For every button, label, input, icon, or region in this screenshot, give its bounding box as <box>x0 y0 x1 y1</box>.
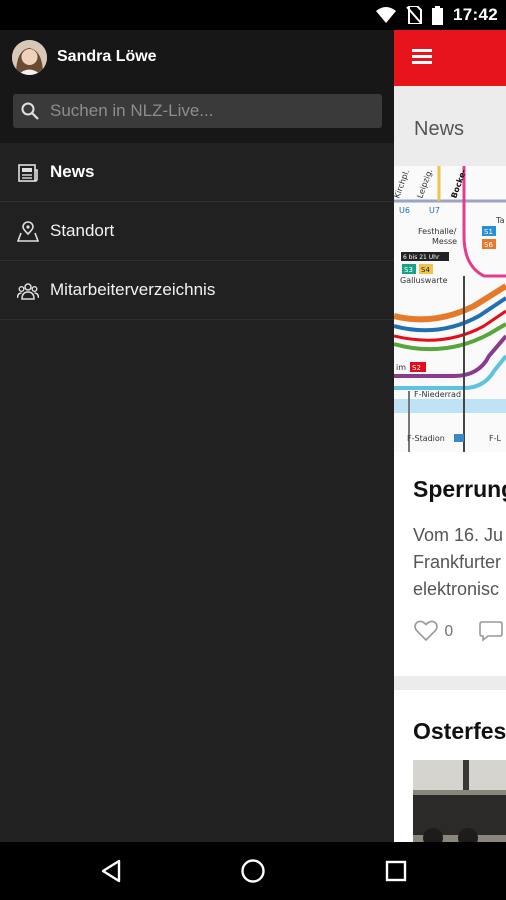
newspaper-icon <box>18 164 38 182</box>
heart-icon[interactable] <box>414 620 438 642</box>
news-app: News Kirchpl. Leipzig. Bocke- U6 U7 Ta F… <box>394 30 506 842</box>
news-card[interactable]: Kirchpl. Leipzig. Bocke- U6 U7 Ta Festha… <box>394 166 506 676</box>
system-nav-bar <box>0 842 506 900</box>
svg-text:S4: S4 <box>421 266 430 274</box>
like-count: 0 <box>444 622 454 640</box>
no-sim-icon <box>406 6 423 24</box>
location-map-icon <box>17 221 39 242</box>
avatar[interactable] <box>12 40 47 75</box>
comment-icon[interactable] <box>478 620 504 642</box>
news-card[interactable]: Osterfes <box>394 690 506 842</box>
transit-map-image: Kirchpl. Leipzig. Bocke- U6 U7 Ta Festha… <box>394 166 506 452</box>
svg-text:Ta: Ta <box>495 216 505 225</box>
svg-text:S1: S1 <box>484 228 493 236</box>
status-bar: 17:42 <box>0 0 506 30</box>
drawer-item-label: Standort <box>50 221 115 240</box>
svg-text:S3: S3 <box>404 266 413 274</box>
recents-icon[interactable] <box>381 856 411 886</box>
excerpt-line: Frankfurter <box>413 552 502 572</box>
svg-text:F-Stadion: F-Stadion <box>407 434 445 443</box>
drawer-item-label: News <box>50 162 95 181</box>
svg-text:S2: S2 <box>412 364 421 372</box>
svg-text:F-Niederrad: F-Niederrad <box>414 390 461 399</box>
drawer-item-mitarbeiterverzeichnis[interactable]: Mitarbeiterverzeichnis <box>0 261 394 320</box>
svg-text:U7: U7 <box>429 206 440 215</box>
drawer-header: Sandra Löwe Suchen in NLZ-Live... <box>0 30 394 143</box>
clock: 17:42 <box>453 5 498 24</box>
svg-text:F-L: F-L <box>489 434 501 443</box>
drawer-item-news[interactable]: News <box>0 143 394 202</box>
section-title: News <box>414 118 465 140</box>
app-bar <box>394 30 506 86</box>
drawer-item-label: Mitarbeiterverzeichnis <box>50 280 216 299</box>
people-group-icon <box>17 283 39 300</box>
user-name: Sandra Löwe <box>57 48 157 65</box>
hamburger-menu-icon[interactable] <box>412 49 432 65</box>
svg-text:Galluswarte: Galluswarte <box>400 276 448 285</box>
card-actions: 0 <box>414 620 504 642</box>
card-title: Sperrung <box>413 476 506 502</box>
news-photo <box>413 760 506 842</box>
svg-text:Festhalle/: Festhalle/ <box>418 227 457 236</box>
excerpt-line: elektronisc <box>413 579 500 599</box>
battery-icon <box>432 5 444 25</box>
navigation-drawer: Sandra Löwe Suchen in NLZ-Live... News S… <box>0 30 394 842</box>
home-icon[interactable] <box>238 856 268 886</box>
search-input[interactable]: Suchen in NLZ-Live... <box>13 94 382 128</box>
drawer-item-standort[interactable]: Standort <box>0 202 394 261</box>
wifi-icon <box>376 7 397 23</box>
svg-text:U6: U6 <box>399 206 410 215</box>
back-icon[interactable] <box>97 856 127 886</box>
search-icon <box>21 102 39 120</box>
svg-text:Messe: Messe <box>432 237 457 246</box>
search-placeholder: Suchen in NLZ-Live... <box>50 101 214 120</box>
svg-text:S6: S6 <box>484 241 493 249</box>
svg-text:6 bis 21 Uhr: 6 bis 21 Uhr <box>403 254 440 261</box>
card-excerpt: Vom 16. Ju Frankfurter elektronisc <box>413 522 503 603</box>
svg-text:im: im <box>396 363 406 372</box>
excerpt-line: Vom 16. Ju <box>413 525 504 545</box>
card-title: Osterfes <box>413 718 506 744</box>
